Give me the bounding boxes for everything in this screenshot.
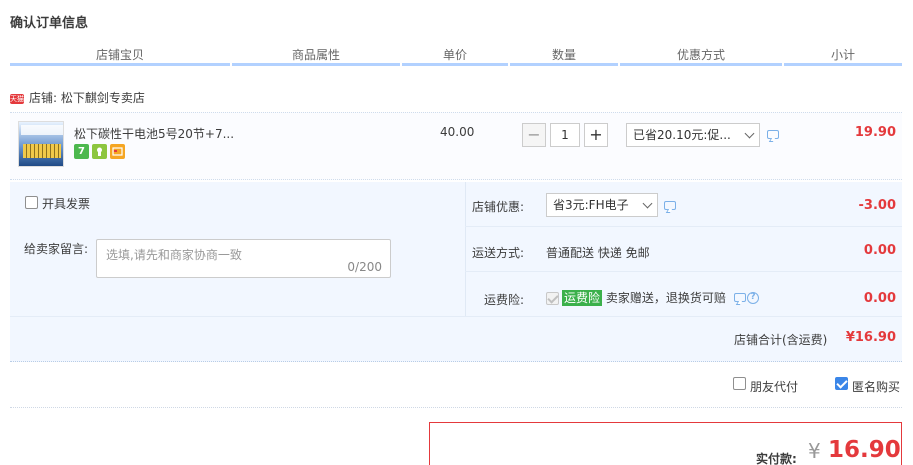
shipping-amount: 0.00: [863, 243, 896, 258]
shop-info: 天猫 店铺: 松下麒剑专卖店: [10, 88, 145, 108]
payment-label: 实付款:: [756, 452, 797, 465]
order-options-panel: 开具发票 给卖家留言: 选填,请先和商家协商一致 0/200 店铺优惠: 省3元…: [10, 182, 902, 362]
invoice-label[interactable]: 开具发票: [42, 195, 90, 212]
row-divider: [465, 271, 902, 272]
tmall-badge-icon: 天猫: [10, 93, 24, 104]
message-icon[interactable]: [767, 130, 779, 139]
shop-discount-amount: -3.00: [858, 198, 896, 213]
unit-price: 40.00: [440, 125, 475, 139]
chevron-down-icon: [744, 128, 755, 139]
shop-total-label: 店铺合计(含运费): [734, 333, 828, 347]
seven-day-return-icon[interactable]: 7: [74, 144, 89, 159]
message-icon[interactable]: [734, 293, 746, 302]
product-thumbnail[interactable]: [18, 121, 64, 167]
help-icon-wrap[interactable]: ?: [747, 290, 759, 304]
battery-image: [23, 144, 61, 158]
friend-pay-label[interactable]: 朋友代付: [750, 378, 798, 395]
payment-amount: 16.90: [828, 437, 901, 463]
quantity-input[interactable]: 1: [550, 123, 580, 147]
seller-message-counter: 0/200: [347, 260, 382, 274]
footer-divider: [10, 407, 902, 408]
anonymous-purchase-label[interactable]: 匿名购买: [852, 378, 900, 395]
card-icon[interactable]: [110, 144, 125, 159]
product-title-link[interactable]: 松下碳性干电池5号20节+7...: [74, 125, 234, 142]
seller-message-label: 给卖家留言:: [24, 242, 89, 256]
item-subtotal: 19.90: [854, 125, 896, 140]
insurance-checkbox: [546, 292, 559, 305]
shipping-method: 普通配送 快递 免邮: [546, 246, 650, 260]
quantity-increase-button[interactable]: +: [584, 123, 608, 147]
quantity-decrease-button[interactable]: −: [522, 123, 546, 147]
chevron-down-icon: [642, 198, 653, 209]
seller-message-textarea[interactable]: 选填,请先和商家协商一致 0/200: [96, 239, 391, 278]
payment-currency: ¥: [808, 439, 821, 463]
item-discount-select[interactable]: 已省20.10元:促...: [626, 123, 760, 147]
shop-discount-value: 省3元:FH电子: [553, 198, 629, 212]
tmall-service-icon[interactable]: [92, 144, 107, 159]
shop-name[interactable]: 店铺: 松下麒剑专卖店: [29, 91, 145, 105]
insurance-badge: 运费险: [562, 290, 603, 306]
item-discount-value: 已省20.10元:促...: [633, 128, 731, 142]
order-item-row: 松下碳性干电池5号20节+7... 7 40.00 − 1 + 已省20.10元…: [10, 112, 902, 180]
column-header-quantity: 数量: [510, 46, 618, 66]
shop-discount-select[interactable]: 省3元:FH电子: [546, 193, 658, 217]
column-header-subtotal: 小计: [784, 46, 902, 66]
row-divider: [465, 226, 902, 227]
shipping-label: 运送方式:: [472, 246, 525, 260]
column-header-discount: 优惠方式: [620, 46, 782, 66]
column-header-item: 店铺宝贝: [10, 46, 230, 66]
page-title: 确认订单信息: [10, 16, 89, 31]
message-icon[interactable]: [664, 201, 676, 210]
thumbnail-header: [21, 125, 63, 135]
column-header-attributes: 商品属性: [232, 46, 400, 66]
panel-divider: [465, 182, 466, 316]
payment-summary: 实付款: ¥ 16.90: [429, 422, 902, 465]
column-header-unit-price: 单价: [402, 46, 508, 66]
invoice-checkbox[interactable]: [25, 196, 38, 209]
row-divider: [10, 316, 902, 317]
help-icon[interactable]: ?: [747, 291, 759, 304]
insurance-desc: 卖家赠送，退换货可赔: [605, 291, 726, 305]
table-header: 店铺宝贝 商品属性 单价 数量 优惠方式 小计: [10, 46, 902, 66]
shop-total-value: ¥16.90: [845, 330, 896, 345]
insurance-amount: 0.00: [863, 291, 896, 306]
insurance-label: 运费险:: [484, 293, 525, 307]
anonymous-purchase-checkbox[interactable]: [835, 377, 848, 390]
friend-pay-checkbox[interactable]: [733, 377, 746, 390]
insurance-info: 运费险 卖家赠送，退换货可赔: [562, 289, 726, 306]
seller-message-placeholder: 选填,请先和商家协商一致: [106, 248, 242, 262]
shop-discount-label: 店铺优惠:: [472, 200, 525, 214]
